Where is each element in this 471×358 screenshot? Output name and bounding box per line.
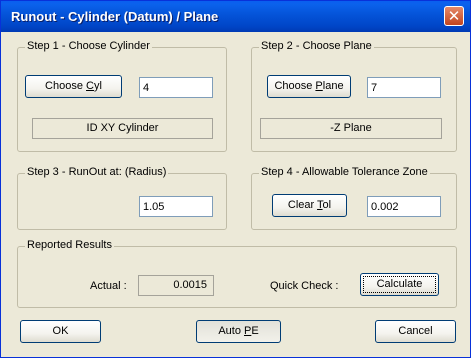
quick-check-label: Quick Check : bbox=[270, 280, 339, 292]
cylinder-id-input[interactable] bbox=[139, 77, 213, 98]
results-legend: Reported Results bbox=[25, 239, 114, 251]
title-bar[interactable]: Runout - Cylinder (Datum) / Plane ✕ bbox=[1, 1, 470, 32]
clear-tolerance-label-post: ol bbox=[322, 199, 332, 211]
plane-id-input[interactable] bbox=[367, 77, 441, 98]
choose-cylinder-button[interactable]: Choose Cyl bbox=[25, 75, 122, 98]
step1-legend: Step 1 - Choose Cylinder bbox=[25, 40, 152, 52]
ok-button[interactable]: OK bbox=[20, 320, 101, 343]
clear-tolerance-label-pre: Clear bbox=[287, 199, 318, 211]
window-title: Runout - Cylinder (Datum) / Plane bbox=[11, 9, 219, 24]
cylinder-name-display: ID XY Cylinder bbox=[32, 118, 213, 139]
calculate-button[interactable]: Calculate bbox=[360, 273, 439, 296]
runout-dialog: Runout - Cylinder (Datum) / Plane ✕ Step… bbox=[0, 0, 471, 358]
choose-plane-label-post: lane bbox=[322, 80, 344, 92]
step2-legend: Step 2 - Choose Plane bbox=[259, 40, 374, 52]
clear-tolerance-button[interactable]: Clear Tol bbox=[272, 194, 347, 217]
auto-pe-label-pre: Auto bbox=[218, 325, 244, 337]
choose-cylinder-accel: C bbox=[86, 80, 94, 92]
choose-plane-label-pre: Choose bbox=[274, 80, 316, 92]
choose-cylinder-label-pre: Choose bbox=[45, 80, 87, 92]
step4-legend: Step 4 - Allowable Tolerance Zone bbox=[259, 166, 430, 178]
step3-legend: Step 3 - RunOut at: (Radius) bbox=[25, 166, 169, 178]
tolerance-input[interactable] bbox=[367, 196, 441, 217]
cancel-button[interactable]: Cancel bbox=[375, 320, 456, 343]
choose-plane-button[interactable]: Choose Plane bbox=[267, 75, 351, 98]
choose-cylinder-label-post: yl bbox=[93, 80, 102, 92]
runout-radius-input[interactable] bbox=[139, 196, 213, 217]
actual-label: Actual : bbox=[90, 280, 127, 292]
choose-plane-accel: P bbox=[315, 80, 323, 92]
actual-value: 0.0015 bbox=[138, 275, 214, 296]
auto-pe-button[interactable]: Auto PE bbox=[196, 320, 281, 343]
plane-name-display: -Z Plane bbox=[260, 118, 442, 139]
close-icon[interactable]: ✕ bbox=[444, 6, 464, 26]
auto-pe-label-post: E bbox=[251, 325, 259, 337]
